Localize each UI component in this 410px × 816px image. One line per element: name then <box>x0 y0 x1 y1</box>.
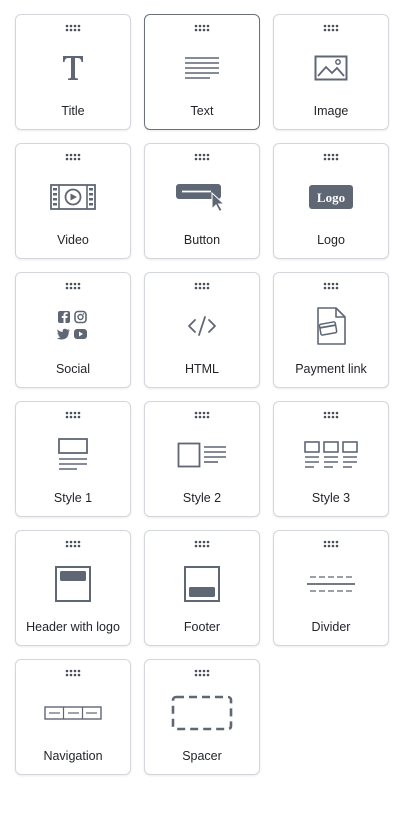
style-1-icon <box>41 430 105 480</box>
block-label: Video <box>57 233 89 247</box>
block-label: Header with logo <box>26 620 120 634</box>
block-label: Spacer <box>182 749 222 763</box>
navigation-icon <box>41 688 105 738</box>
drag-handle-icon[interactable] <box>323 282 339 290</box>
block-text[interactable]: Text <box>144 14 260 130</box>
block-label: Payment link <box>295 362 367 376</box>
drag-handle-icon[interactable] <box>65 669 81 677</box>
block-video[interactable]: Video <box>15 143 131 259</box>
drag-handle-icon[interactable] <box>194 153 210 161</box>
drag-handle-icon[interactable] <box>65 411 81 419</box>
blocks-grid: Title Text Image Video Button Logo Logo … <box>15 14 389 775</box>
block-payment-link[interactable]: Payment link <box>273 272 389 388</box>
block-title[interactable]: Title <box>15 14 131 130</box>
block-style-3[interactable]: Style 3 <box>273 401 389 517</box>
payment-link-icon <box>299 301 363 351</box>
block-navigation[interactable]: Navigation <box>15 659 131 775</box>
divider-icon <box>299 559 363 609</box>
block-label: Navigation <box>43 749 103 763</box>
style-2-icon <box>170 430 234 480</box>
block-label: Button <box>183 233 221 247</box>
footer-icon <box>170 559 234 609</box>
drag-handle-icon[interactable] <box>323 24 339 32</box>
block-footer[interactable]: Footer <box>144 530 260 646</box>
block-label: Divider <box>311 620 351 634</box>
block-label: HTML <box>184 362 220 376</box>
drag-handle-icon[interactable] <box>323 411 339 419</box>
drag-handle-icon[interactable] <box>194 24 210 32</box>
block-label: Social <box>55 362 91 376</box>
button-icon <box>170 172 234 222</box>
block-social[interactable]: Social <box>15 272 131 388</box>
drag-handle-icon[interactable] <box>194 282 210 290</box>
block-style-1[interactable]: Style 1 <box>15 401 131 517</box>
drag-handle-icon[interactable] <box>323 153 339 161</box>
block-header-with-logo[interactable]: Header with logo <box>15 530 131 646</box>
spacer-icon <box>170 688 234 738</box>
style-3-icon <box>299 430 363 480</box>
drag-handle-icon[interactable] <box>194 411 210 419</box>
block-label: Logo <box>317 233 345 247</box>
header-with-logo-icon <box>41 559 105 609</box>
image-icon <box>299 43 363 93</box>
block-image[interactable]: Image <box>273 14 389 130</box>
block-button[interactable]: Button <box>144 143 260 259</box>
drag-handle-icon[interactable] <box>194 669 210 677</box>
block-label: Footer <box>183 620 221 634</box>
title-icon <box>41 43 105 93</box>
drag-handle-icon[interactable] <box>65 282 81 290</box>
block-label: Text <box>190 104 214 118</box>
block-label: Image <box>313 104 349 118</box>
drag-handle-icon[interactable] <box>65 24 81 32</box>
drag-handle-icon[interactable] <box>65 153 81 161</box>
text-icon <box>170 43 234 93</box>
block-html[interactable]: HTML <box>144 272 260 388</box>
logo-icon: Logo <box>299 172 363 222</box>
block-label: Style 2 <box>182 491 222 505</box>
block-spacer[interactable]: Spacer <box>144 659 260 775</box>
block-label: Title <box>61 104 85 118</box>
block-label: Style 3 <box>311 491 351 505</box>
block-label: Style 1 <box>53 491 93 505</box>
social-icon <box>41 301 105 351</box>
block-logo[interactable]: Logo Logo <box>273 143 389 259</box>
video-icon <box>41 172 105 222</box>
block-divider[interactable]: Divider <box>273 530 389 646</box>
drag-handle-icon[interactable] <box>65 540 81 548</box>
block-style-2[interactable]: Style 2 <box>144 401 260 517</box>
html-code-icon <box>170 301 234 351</box>
drag-handle-icon[interactable] <box>323 540 339 548</box>
svg-text:Logo: Logo <box>317 190 345 205</box>
drag-handle-icon[interactable] <box>194 540 210 548</box>
